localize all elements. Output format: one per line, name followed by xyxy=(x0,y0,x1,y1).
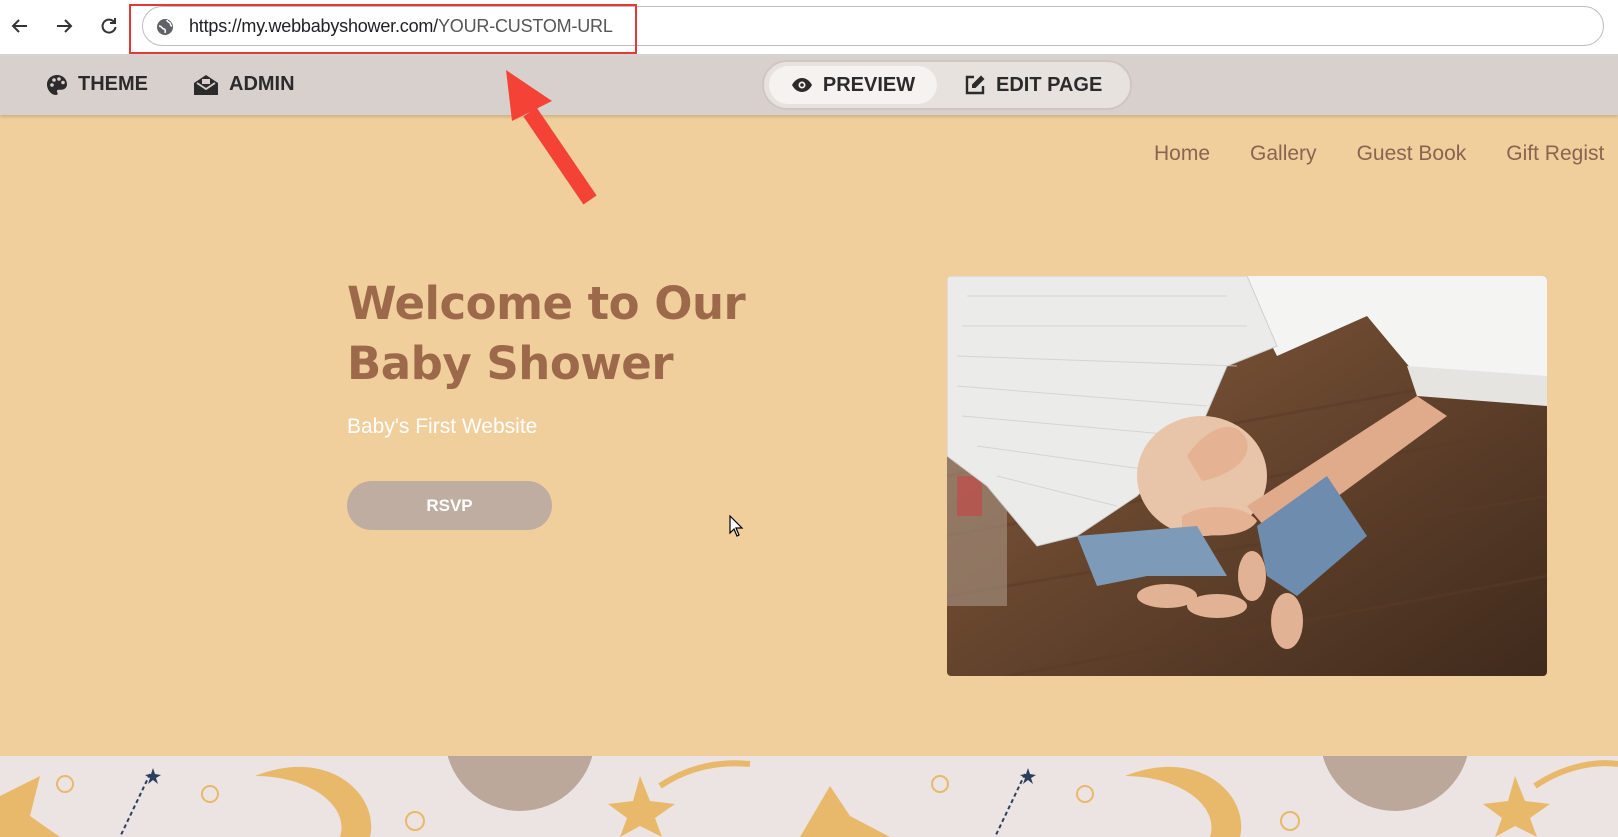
title-line-1: Welcome to Our xyxy=(347,277,746,330)
reload-icon xyxy=(101,18,117,34)
title-line-2: Baby Shower xyxy=(347,337,674,390)
mode-toggle: PREVIEW EDIT PAGE xyxy=(762,60,1132,110)
decorative-pattern xyxy=(0,756,1618,837)
edit-icon xyxy=(965,75,985,95)
hero-photo xyxy=(947,276,1547,676)
envelope-open-icon xyxy=(194,74,218,95)
preview-label: PREVIEW xyxy=(822,73,916,96)
theme-label: THEME xyxy=(78,73,148,95)
palette-icon xyxy=(47,74,67,95)
nav-gift-registry[interactable]: Gift Regist xyxy=(1506,142,1604,166)
admin-button[interactable]: ADMIN xyxy=(193,73,295,96)
rsvp-button[interactable]: RSVP xyxy=(347,481,552,530)
mouse-cursor-icon xyxy=(729,515,744,537)
browser-toolbar: https://my.webbabyshower.com/YOUR-CUSTOM… xyxy=(0,0,1618,55)
site-nav: Home Gallery Guest Book Gift Regist xyxy=(1154,142,1604,166)
back-button[interactable] xyxy=(6,12,34,40)
nav-guest-book[interactable]: Guest Book xyxy=(1357,142,1467,166)
admin-toolbar: THEME ADMIN PREVIEW EDIT PAGE xyxy=(0,55,1618,115)
theme-button[interactable]: THEME xyxy=(46,73,148,96)
url-highlight-annotation xyxy=(129,4,637,54)
reload-button[interactable] xyxy=(95,12,123,40)
preview-button[interactable]: PREVIEW xyxy=(769,66,937,104)
edit-page-button[interactable]: EDIT PAGE xyxy=(964,66,1124,104)
arrow-right-icon xyxy=(57,19,73,33)
hero-subtitle: Baby's First Website xyxy=(347,415,538,438)
nav-gallery[interactable]: Gallery xyxy=(1250,142,1317,166)
edit-label: EDIT PAGE xyxy=(996,73,1103,96)
nav-home[interactable]: Home xyxy=(1154,142,1210,166)
arrow-left-icon xyxy=(11,19,27,33)
admin-label: ADMIN xyxy=(229,73,295,95)
forward-button[interactable] xyxy=(50,12,78,40)
eye-icon xyxy=(791,78,812,92)
page-title: Welcome to Our Baby Shower xyxy=(347,274,767,394)
